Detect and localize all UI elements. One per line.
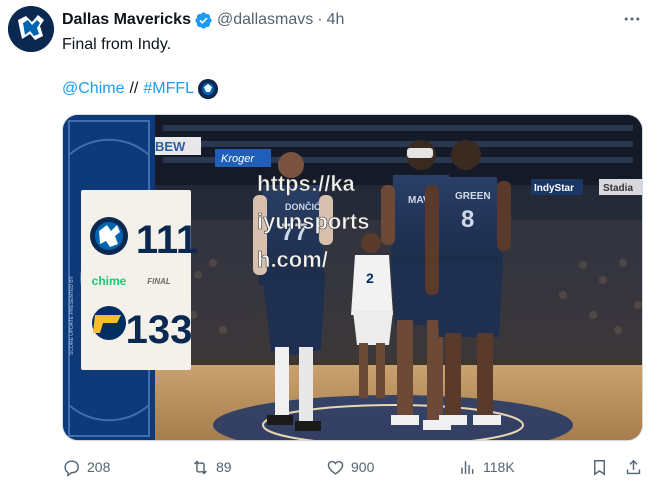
tweet-text: Final from Indy.	[62, 36, 172, 53]
display-name[interactable]: Dallas Mavericks	[62, 11, 191, 29]
score-card-side-text: SCORE UPDATE PRESENTED BY	[69, 275, 75, 355]
avatar[interactable]	[8, 6, 54, 52]
arena-sign-kroger-text: Kroger	[221, 153, 255, 165]
handle[interactable]: @dallasmavs	[217, 11, 313, 29]
share-button[interactable]	[624, 456, 643, 478]
slashes-text: //	[129, 80, 139, 97]
watermark-line-2: iyunsports	[257, 209, 369, 234]
views-button[interactable]: 118K	[458, 456, 515, 478]
share-icon	[626, 459, 641, 474]
tweet-media[interactable]: BEW Kroger IndyStar Stadia SCORE UPDATE …	[62, 114, 643, 441]
tweet-header: Dallas Mavericks @dallasmavs · 4h	[62, 9, 644, 31]
arena-sign-indystar-text: IndyStar	[534, 183, 574, 194]
verified-badge-icon	[195, 11, 212, 29]
tweet-actions: 208 89 900 118K	[62, 456, 642, 478]
mavericks-score: 111	[136, 218, 198, 262]
jersey-number-green: 8	[461, 206, 474, 233]
final-label: FINAL	[147, 277, 171, 286]
like-icon	[327, 460, 344, 475]
timestamp[interactable]: 4h	[327, 11, 345, 29]
views-icon	[461, 460, 474, 474]
separator: ·	[317, 11, 323, 28]
bookmark-button[interactable]	[590, 456, 609, 478]
arena-sign-bew-text: BEW	[155, 139, 186, 154]
game-photo: BEW Kroger IndyStar Stadia SCORE UPDATE …	[63, 115, 642, 440]
tweet-tags-line: @Chime // #MFFL	[62, 79, 219, 99]
chime-sponsor-text: chime	[92, 274, 127, 288]
retweet-count: 89	[216, 459, 232, 475]
arena-sign-stadia-text: Stadia	[603, 183, 633, 194]
hashtag-link[interactable]: #MFFL	[143, 79, 194, 99]
jersey-number-pacers: 2	[366, 270, 374, 286]
jersey-name-green: GREEN	[455, 191, 491, 202]
views-count: 118K	[483, 459, 515, 475]
watermark-line-3: h.com/	[257, 247, 328, 272]
mavericks-hashflag-icon	[198, 79, 219, 99]
pacers-score: 133	[126, 308, 193, 352]
more-button[interactable]	[622, 9, 642, 29]
mavericks-logo-icon	[8, 6, 54, 52]
reply-button[interactable]: 208	[62, 456, 110, 478]
bookmark-icon	[594, 459, 605, 476]
like-count: 900	[351, 459, 375, 475]
mention-link[interactable]: @Chime	[62, 79, 124, 99]
retweet-button[interactable]: 89	[191, 456, 232, 478]
reply-count: 208	[87, 459, 111, 475]
reply-icon	[64, 459, 79, 477]
retweet-icon	[194, 460, 207, 474]
watermark-line-1: https://ka	[257, 171, 356, 196]
more-icon	[624, 17, 640, 21]
like-button[interactable]: 900	[326, 456, 374, 478]
